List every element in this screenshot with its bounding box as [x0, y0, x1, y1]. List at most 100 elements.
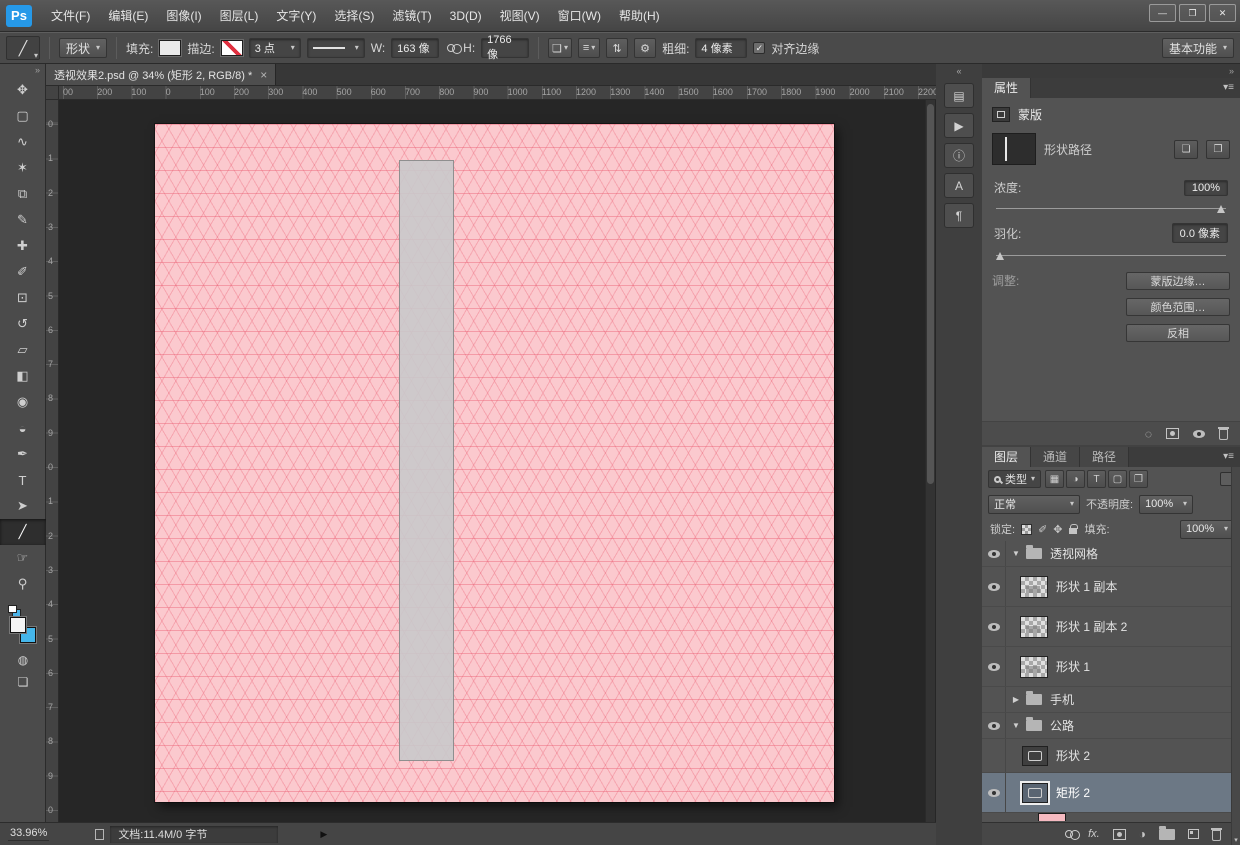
lock-all-icon[interactable] — [1068, 524, 1078, 534]
fill-swatch[interactable] — [159, 40, 182, 56]
shape-height-input[interactable]: 1766 像 — [481, 34, 530, 61]
expand-toggle-icon[interactable]: ▼ — [1010, 549, 1022, 558]
layer-name[interactable]: 公路 — [1050, 717, 1074, 734]
history-panel-icon[interactable]: ▤ — [944, 83, 974, 108]
color-range-button[interactable]: 颜色范围… — [1126, 298, 1230, 316]
minimize-button[interactable]: — — [1149, 4, 1176, 22]
slider-thumb[interactable] — [1216, 205, 1225, 213]
lock-position-icon[interactable]: ✥ — [1053, 523, 1062, 536]
foreground-color-swatch[interactable] — [10, 617, 26, 633]
workspace-switcher[interactable]: 基本功能 — [1161, 38, 1234, 58]
new-group-icon[interactable] — [1159, 825, 1175, 840]
info-panel-icon[interactable]: ⓘ — [944, 143, 974, 168]
filter-pixel-icon[interactable]: ▦ — [1045, 470, 1065, 488]
layer-name[interactable]: 透视网格 — [1050, 545, 1098, 562]
scrollbar-thumb[interactable] — [927, 104, 934, 484]
mask-edge-button[interactable]: 蒙版边缘… — [1126, 272, 1230, 290]
marquee-tool[interactable]: ▢ — [6, 103, 40, 129]
layer-row[interactable]: 形状 1 副本 2 — [982, 607, 1240, 647]
layer-row[interactable]: 形状 1 — [982, 647, 1240, 687]
weight-input[interactable]: 4 像素 — [695, 38, 748, 58]
tab-layers[interactable]: 图层 — [982, 447, 1032, 467]
load-selection-icon[interactable]: ◌ — [1145, 428, 1152, 440]
slider-thumb[interactable] — [996, 252, 1004, 260]
opacity-dropdown[interactable]: 100% — [1139, 494, 1194, 514]
expand-toggle-icon[interactable]: ▶ — [1010, 695, 1022, 704]
tab-close-icon[interactable]: × — [260, 68, 267, 82]
zoom-tool[interactable]: ⚲ — [6, 571, 40, 597]
layer-name[interactable]: 形状 2 — [1056, 747, 1090, 764]
app-logo[interactable]: Ps — [6, 4, 32, 27]
menu-item-4[interactable]: 文字(Y) — [267, 0, 325, 32]
line-tool[interactable]: ╱ — [0, 519, 46, 545]
density-slider[interactable] — [996, 205, 1226, 213]
visibility-toggle[interactable] — [982, 541, 1006, 566]
visibility-toggle[interactable] — [982, 773, 1006, 812]
add-layer-mask-icon[interactable] — [1112, 828, 1126, 840]
mask-visibility-icon[interactable] — [1193, 429, 1205, 438]
layer-styles-icon[interactable]: fx. — [1088, 828, 1100, 840]
feather-slider[interactable] — [996, 252, 1226, 260]
gradient-tool[interactable]: ◧ — [6, 363, 40, 389]
vertical-scrollbar[interactable] — [925, 100, 935, 822]
tab-paths[interactable]: 路径 — [1080, 447, 1130, 467]
visibility-toggle[interactable] — [982, 713, 1006, 738]
tab-channels[interactable]: 通道 — [1031, 447, 1081, 467]
new-adjustment-layer-icon[interactable]: ◑ — [1139, 828, 1146, 840]
blur-tool[interactable]: ◉ — [6, 389, 40, 415]
layer-name[interactable]: 形状 1 副本 — [1056, 578, 1117, 595]
dodge-tool[interactable]: ◒ — [6, 415, 40, 441]
path-operations-button[interactable]: ❏ — [548, 38, 573, 58]
expand-panels-icon[interactable]: « — [936, 64, 982, 78]
actions-panel-icon[interactable]: ▶ — [944, 113, 974, 138]
menu-item-6[interactable]: 滤镜(T) — [383, 0, 440, 32]
screen-mode-button[interactable]: ❏ — [6, 671, 40, 693]
layer-row[interactable]: 形状 1 副本 — [982, 567, 1240, 607]
menu-item-0[interactable]: 文件(F) — [42, 0, 99, 32]
eraser-tool[interactable]: ▱ — [6, 337, 40, 363]
path-selection-tool[interactable]: ➤ — [6, 493, 40, 519]
vertical-ruler[interactable]: 0 1 2 3 4 5 6 7 8 9 0 1 2 3 4 5 6 7 8 9 0 — [46, 100, 59, 822]
lasso-tool[interactable]: ∿ — [6, 129, 40, 155]
move-tool[interactable]: ✥ — [6, 77, 40, 103]
stroke-type-dropdown[interactable] — [306, 38, 365, 58]
visibility-toggle[interactable] — [982, 739, 1006, 772]
delete-mask-icon[interactable] — [1218, 427, 1229, 440]
apply-mask-icon[interactable] — [1166, 428, 1179, 439]
path-alignment-button[interactable]: ≡ — [578, 38, 601, 58]
menu-item-2[interactable]: 图像(I) — [157, 0, 210, 32]
crop-tool[interactable]: ⧉ — [6, 181, 40, 207]
lock-transparency-icon[interactable] — [1021, 523, 1033, 535]
visibility-toggle[interactable] — [982, 567, 1006, 606]
align-edges-checkbox[interactable]: ✓ — [753, 42, 766, 54]
layer-thumbnail[interactable] — [1020, 615, 1048, 638]
stroke-swatch[interactable] — [220, 40, 243, 56]
filter-adjustment-icon[interactable]: ◑ — [1066, 470, 1086, 488]
pen-tool[interactable]: ✒ — [6, 441, 40, 467]
scroll-down-icon[interactable] — [1232, 836, 1240, 844]
panel-menu-icon[interactable] — [1217, 447, 1240, 467]
new-layer-icon[interactable] — [1188, 829, 1199, 839]
canvas[interactable] — [155, 124, 834, 802]
healing-brush-tool[interactable]: ✚ — [6, 233, 40, 259]
brush-tool[interactable]: ✐ — [6, 259, 40, 285]
history-brush-tool[interactable]: ↺ — [6, 311, 40, 337]
restore-button[interactable]: ❐ — [1179, 4, 1206, 22]
panel-dock-header[interactable]: » — [982, 64, 1240, 78]
hand-tool[interactable]: ☞ — [6, 545, 40, 571]
horizontal-ruler[interactable]: 00 200 100 0 100 200 300 400 500 600 700 800 900 1000… — [59, 86, 936, 100]
menu-item-7[interactable]: 3D(D) — [441, 0, 491, 32]
filter-type-dropdown[interactable]: 类型 — [988, 470, 1042, 488]
path-arrange-button[interactable]: ⇅ — [606, 38, 629, 58]
layer-row[interactable]: ▼ 公路 — [982, 713, 1240, 739]
toolbar-collapse-icon[interactable]: » — [0, 64, 45, 77]
default-colors-icon[interactable] — [8, 605, 21, 617]
filter-smart-object-icon[interactable]: ❐ — [1129, 470, 1149, 488]
layer-row[interactable]: 矩形 2 — [982, 773, 1240, 813]
vector-mask-thumbnail[interactable] — [1020, 780, 1050, 805]
shape-width-input[interactable]: 163 像 — [391, 38, 440, 58]
density-value[interactable]: 100% — [1183, 179, 1228, 196]
invert-button[interactable]: 反相 — [1126, 324, 1230, 342]
visibility-toggle[interactable] — [982, 607, 1006, 646]
menu-item-3[interactable]: 图层(L) — [211, 0, 268, 32]
